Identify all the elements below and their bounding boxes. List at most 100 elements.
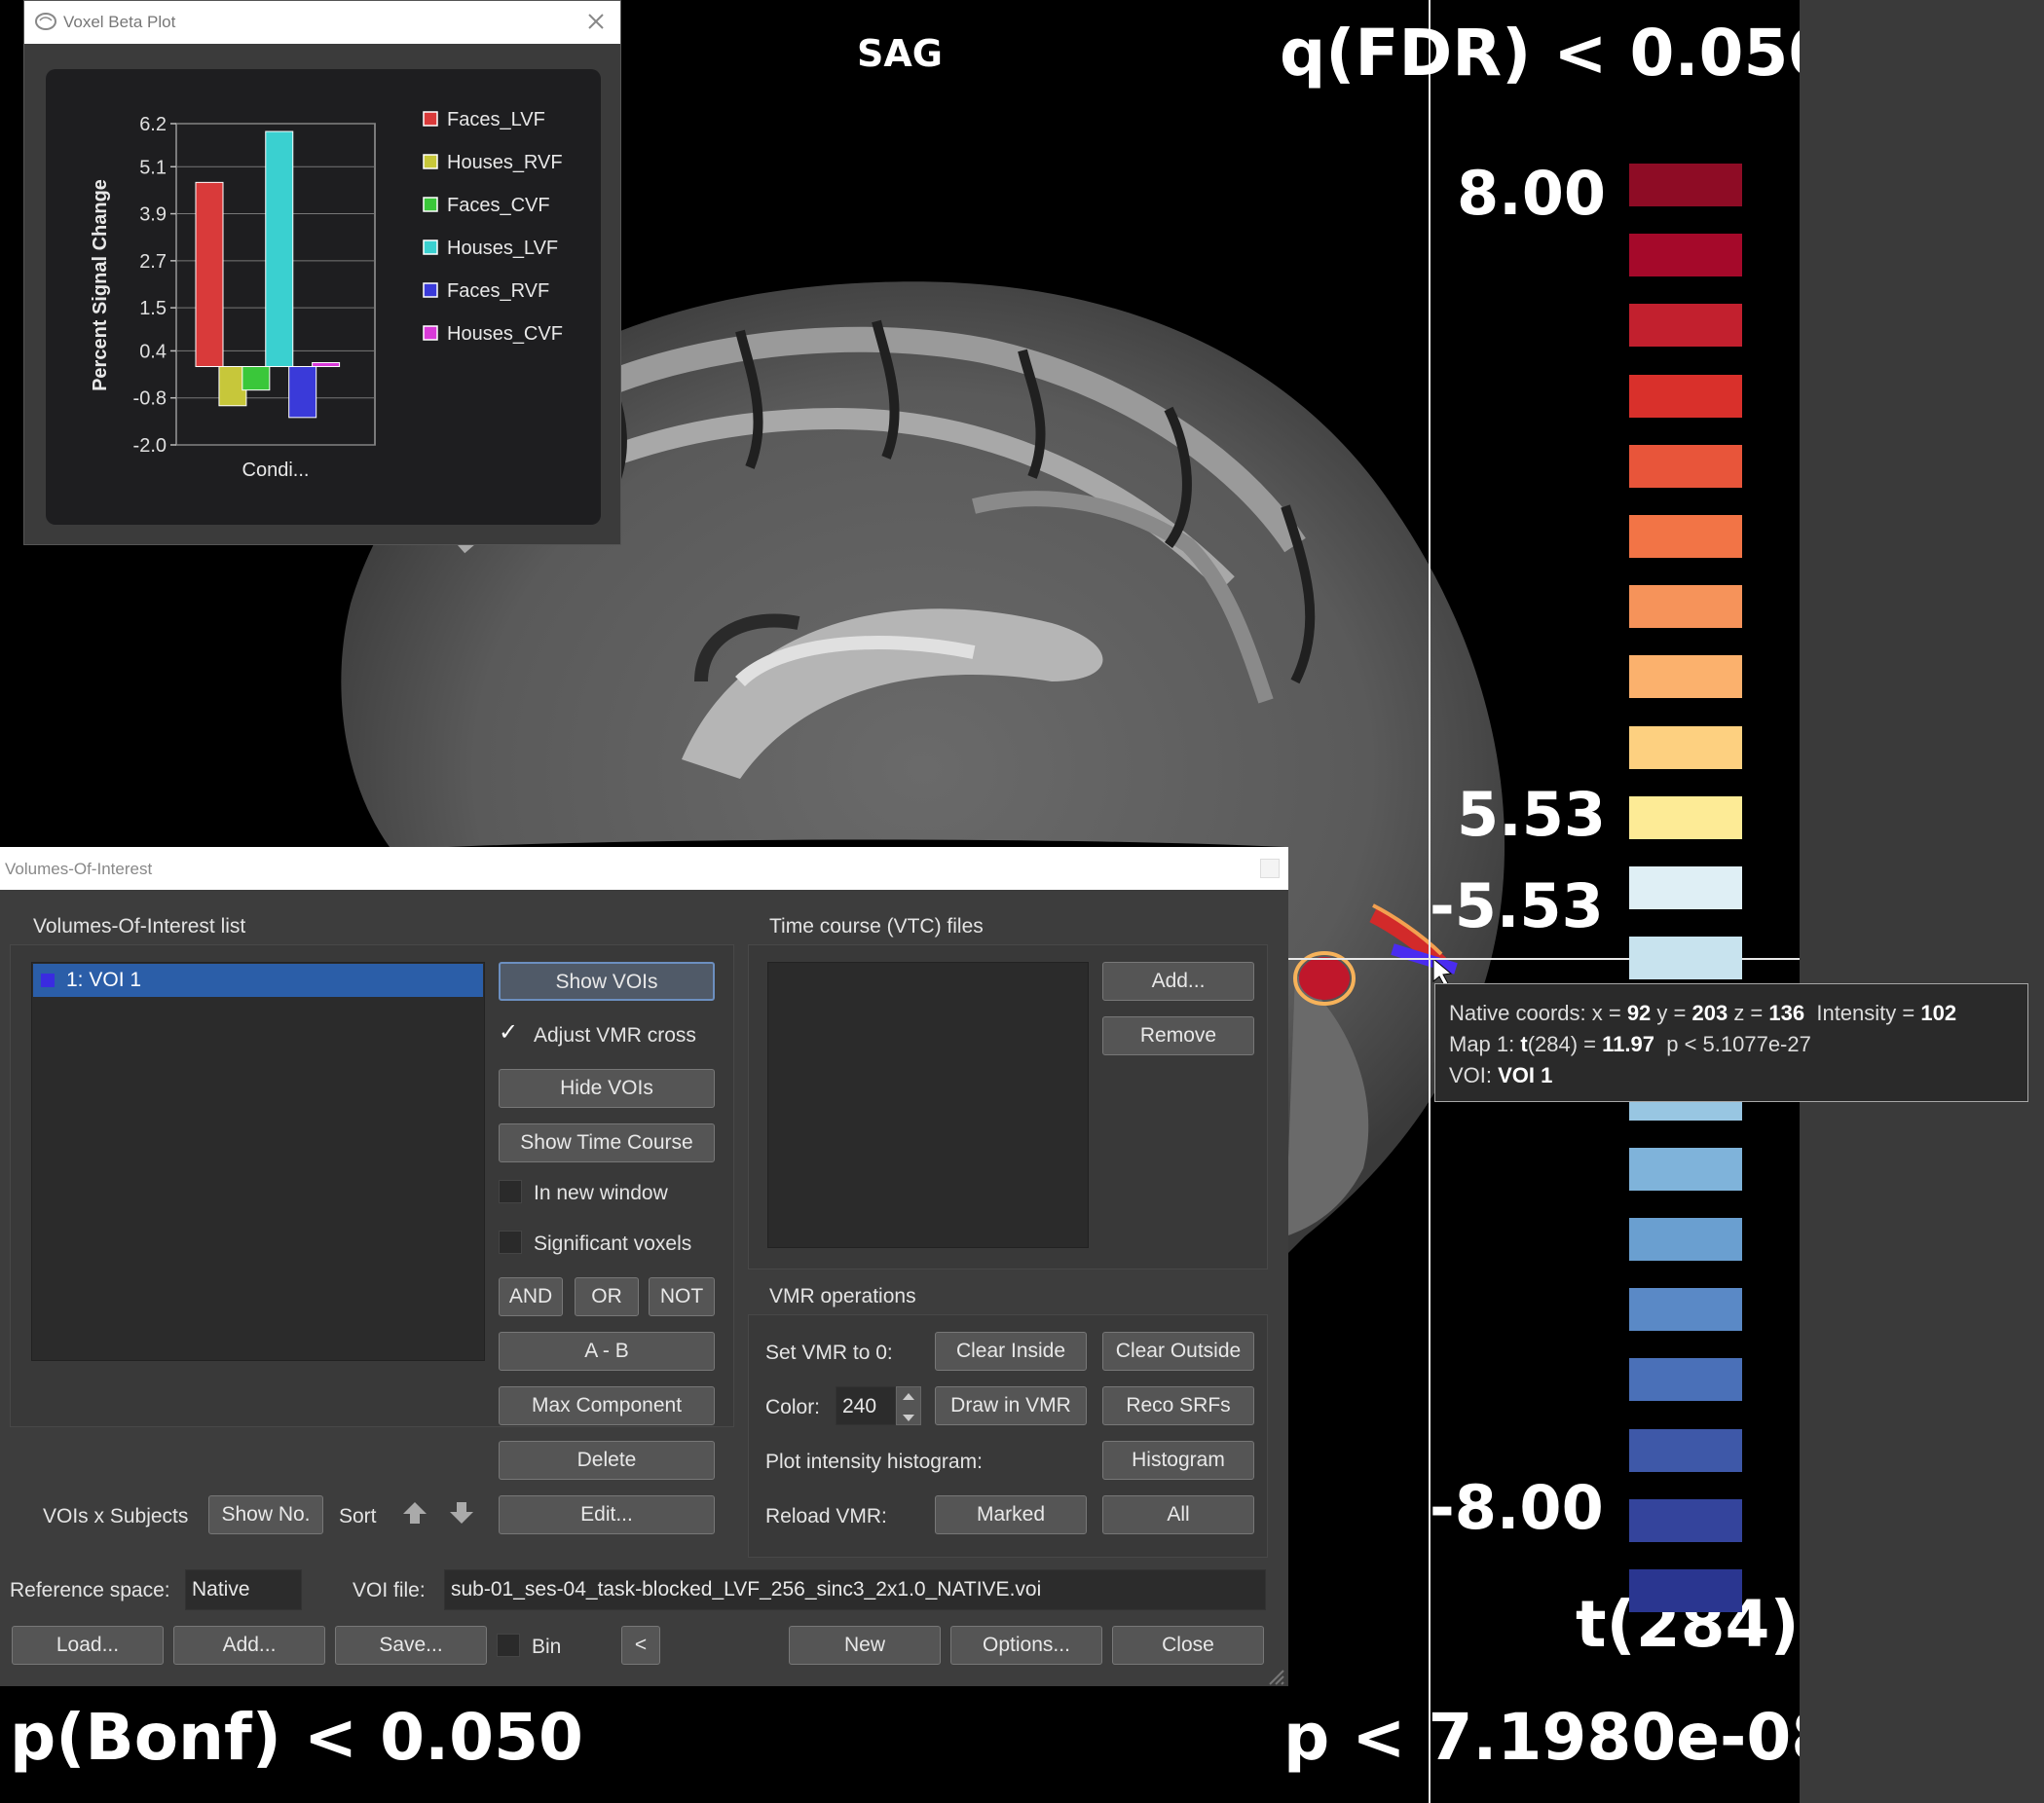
max-component-button[interactable]: Max Component [499,1386,715,1425]
brain-app-icon [35,13,56,30]
sort-up-arrow-icon[interactable] [401,1499,428,1527]
close-icon[interactable] [1260,859,1280,878]
voi-file-field[interactable]: sub-01_ses-04_task-blocked_LVF_256_sinc3… [444,1569,1266,1610]
spin-down-icon[interactable] [897,1410,920,1427]
legend-swatch [423,282,438,298]
voi-list[interactable]: 1: VOI 1 [31,962,485,1361]
legend-label: Faces_RVF [447,280,549,302]
show-time-course-button[interactable]: Show Time Course [499,1123,715,1162]
beta-plot-panel: 6.2 5.1 3.9 2.7 1.5 0.4 -0.8 -2.0 Percent Signal… [46,69,601,525]
vois-x-subjects-label: VOIs x Subjects [43,1505,189,1527]
collapse-button[interactable]: < [621,1626,660,1665]
color-scale-swatch [1629,725,1742,769]
beta-plot-title: Voxel Beta Plot [63,13,176,31]
color-scale-swatch [1629,234,1742,277]
x-axis-label: Condi... [242,460,310,481]
color-scale-swatch [1629,164,1742,206]
options-button[interactable]: Options... [950,1626,1102,1665]
close-icon[interactable] [587,13,605,30]
not-button[interactable]: NOT [649,1277,715,1316]
y-tick-label: 1.5 [139,298,167,319]
load-button[interactable]: Load... [12,1626,164,1665]
reload-marked-button[interactable]: Marked [935,1495,1087,1534]
save-button[interactable]: Save... [335,1626,487,1665]
y-tick-label: 2.7 [139,251,167,273]
bar [288,366,317,419]
set-vmr-to-0-label: Set VMR to 0: [765,1342,893,1364]
show-no-button[interactable]: Show No. [208,1495,323,1534]
in-new-window-checkbox[interactable] [499,1180,522,1203]
voi-list-title: Volumes-Of-Interest list [33,915,246,938]
clear-inside-button[interactable]: Clear Inside [935,1332,1087,1371]
show-vois-button[interactable]: Show VOIs [499,962,715,1001]
voi-file-label: VOI file: [353,1579,426,1601]
legend-label: Houses_LVF [447,238,558,259]
bar [265,130,294,368]
delete-button[interactable]: Delete [499,1441,715,1480]
and-button[interactable]: AND [499,1277,563,1316]
color-scale-swatch [1629,795,1742,839]
bar [242,366,271,391]
scale-neg-min-label: -5.53 [1430,870,1604,941]
legend-swatch [423,154,438,169]
plot-histogram-label: Plot intensity histogram: [765,1451,983,1473]
color-scale-swatch [1629,1147,1742,1191]
scale-max-label: 8.00 [1457,158,1606,229]
voi-window[interactable]: Volumes-Of-Interest Volumes-Of-Interest … [0,847,1288,1686]
vtc-add-button[interactable]: Add... [1102,962,1254,1001]
clear-outside-button[interactable]: Clear Outside [1102,1332,1254,1371]
scale-pos-min-label: 5.53 [1457,779,1606,850]
tooltip-line-coords: Native coords: x = 92 y = 203 z = 136 In… [1449,1001,1957,1025]
adjust-vmr-cross-checkbox[interactable]: ✓ [499,1021,522,1046]
color-scale-swatch [1629,1498,1742,1542]
color-scale-swatch [1629,444,1742,488]
edit-button[interactable]: Edit... [499,1495,715,1534]
spin-up-icon[interactable] [897,1387,920,1405]
a-minus-b-button[interactable]: A - B [499,1332,715,1371]
resize-grip-icon[interactable] [1264,1665,1285,1686]
bin-label: Bin [532,1636,562,1658]
histogram-button[interactable]: Histogram [1102,1441,1254,1480]
legend-swatch [423,239,438,255]
color-scale-swatch [1629,1358,1742,1402]
voi-titlebar[interactable]: Volumes-Of-Interest [0,847,1288,890]
significant-voxels-checkbox[interactable] [499,1231,522,1254]
sort-label: Sort [339,1505,377,1527]
vtc-file-list[interactable] [767,962,1089,1248]
adjust-vmr-cross-label: Adjust VMR cross [534,1024,696,1047]
new-button[interactable]: New [789,1626,941,1665]
reload-all-button[interactable]: All [1102,1495,1254,1534]
voi-list-item-label: 1: VOI 1 [66,969,142,991]
legend-label: Faces_CVF [447,195,550,216]
vtc-files-title: Time course (VTC) files [769,915,984,938]
y-tick-label: 3.9 [139,204,167,226]
color-spinbox-arrows[interactable] [896,1386,921,1425]
close-button[interactable]: Close [1112,1626,1264,1665]
add-button[interactable]: Add... [173,1626,325,1665]
y-tick-label: 0.4 [139,341,167,362]
reco-srfs-button[interactable]: Reco SRFs [1102,1386,1254,1425]
y-tick-label: 5.1 [139,157,167,178]
or-button[interactable]: OR [575,1277,639,1316]
bin-checkbox[interactable] [497,1634,520,1657]
color-scale-swatch [1629,1288,1742,1332]
beta-plot-window[interactable]: Voxel Beta Plot 6.2 5.1 3.9 2.7 1.5 0.4 -0.8 -2… [23,0,621,545]
voxel-info-tooltip: Native coords: x = 92 y = 203 z = 136 In… [1434,983,2028,1102]
color-scale-swatch [1629,937,1742,980]
list-item[interactable]: 1: VOI 1 [33,964,483,997]
color-spinbox[interactable]: 240 [836,1386,896,1425]
beta-plot-titlebar[interactable]: Voxel Beta Plot [24,1,620,44]
color-scale-swatch [1629,866,1742,909]
reference-space-field[interactable]: Native [185,1569,302,1610]
draw-in-vmr-button[interactable]: Draw in VMR [935,1386,1087,1425]
vtc-remove-button[interactable]: Remove [1102,1016,1254,1055]
y-tick-label: -2.0 [133,435,167,457]
beta-bar-chart: 6.2 5.1 3.9 2.7 1.5 0.4 -0.8 -2.0 Percent Signal… [90,109,563,481]
sort-down-arrow-icon[interactable] [448,1499,475,1527]
color-label: Color: [765,1396,821,1418]
voi-color-swatch [41,974,55,987]
color-scale-swatch [1629,374,1742,418]
vmr-operations-title: VMR operations [769,1285,916,1307]
color-scale-swatch [1629,515,1742,558]
hide-vois-button[interactable]: Hide VOIs [499,1069,715,1108]
